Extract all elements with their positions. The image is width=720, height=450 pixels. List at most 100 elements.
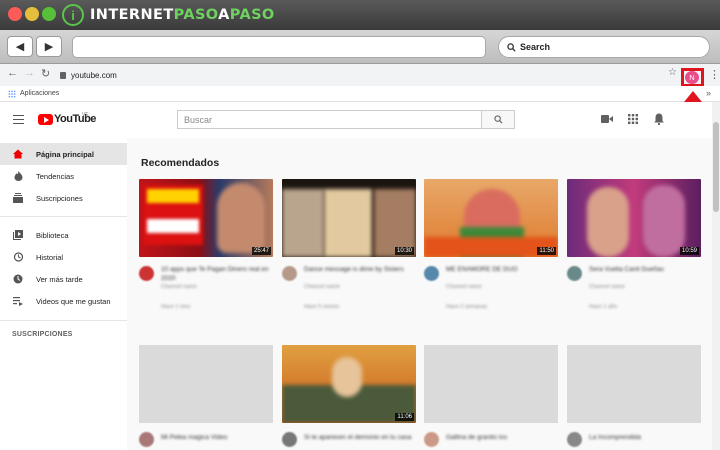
star-icon[interactable]: ☆	[668, 67, 677, 78]
back-arrow-icon[interactable]: ←	[7, 67, 18, 79]
sidebar-divider	[0, 216, 127, 217]
lock-icon	[60, 71, 66, 79]
subscriptions-heading: SUSCRIPCIONES	[12, 331, 73, 338]
video-title[interactable]: 10 apps que Te Pagan Dinero real en 2020	[161, 265, 271, 283]
video-thumbnail[interactable]: 11:06	[282, 345, 416, 423]
sidebar-item-liked-videos[interactable]: Videos que me gustan	[0, 290, 127, 312]
maximize-window-button[interactable]	[42, 7, 56, 21]
sidebar-item-library[interactable]: Biblioteca	[0, 224, 127, 246]
video-title[interactable]: ME ENAMORE DE DUO	[446, 265, 556, 274]
apps-grid-icon[interactable]	[628, 114, 638, 124]
channel-name[interactable]: Channel name	[589, 283, 699, 291]
sidebar-item-watch-later[interactable]: Ver más tarde	[0, 268, 127, 290]
video-thumbnail[interactable]: 25:47	[139, 179, 273, 257]
channel-avatar[interactable]	[139, 432, 154, 447]
profile-avatar[interactable]: N	[685, 71, 699, 84]
search-icon	[493, 115, 503, 124]
history-icon	[13, 252, 23, 262]
apps-bookmark[interactable]: Aplicaciones	[20, 90, 59, 97]
search-field[interactable]: Search	[498, 36, 710, 58]
video-title[interactable]: Mi Pelea magica Video	[161, 433, 271, 442]
youtube-wordmark[interactable]: YouTube	[54, 113, 96, 125]
bookmarks-bar: Aplicaciones »	[0, 86, 720, 102]
sidebar-divider	[0, 320, 127, 321]
channel-avatar[interactable]	[282, 432, 297, 447]
mac-toolbar: ◀ ▶ Search	[0, 30, 720, 64]
search-label: Search	[520, 42, 551, 52]
flame-icon	[13, 171, 23, 181]
page-scrollbar[interactable]	[712, 102, 720, 450]
video-duration: 10:30	[394, 247, 414, 255]
subscriptions-icon	[13, 193, 23, 203]
reload-icon[interactable]: ↻	[41, 67, 50, 80]
video-title[interactable]: La Incomprendida	[589, 433, 699, 442]
back-button[interactable]: ◀	[7, 36, 33, 57]
video-thumbnail[interactable]: 10:30	[282, 179, 416, 257]
youtube-search-input[interactable]: Buscar	[177, 110, 482, 129]
channel-name[interactable]: Channel name	[446, 283, 556, 291]
library-icon	[13, 230, 23, 240]
sidebar-item-label: Videos que me gustan	[36, 296, 111, 306]
video-thumbnail-placeholder[interactable]	[424, 345, 558, 423]
video-title[interactable]: Gallina de granito los	[446, 433, 556, 442]
video-meta: Hace 1 año	[589, 304, 618, 310]
liked-icon	[13, 296, 23, 306]
sidebar-item-history[interactable]: Historial	[0, 246, 127, 268]
sidebar-item-label: Tendencias	[36, 171, 74, 181]
clock-icon	[13, 274, 23, 284]
channel-avatar[interactable]	[567, 432, 582, 447]
sidebar-item-label: Historial	[36, 252, 64, 262]
sidebar-item-label: Ver más tarde	[36, 274, 83, 284]
video-title[interactable]: Sera Vuelta Canti Dueñas	[589, 265, 699, 274]
brand-logo-icon: i	[62, 4, 84, 26]
country-code: VE	[82, 112, 89, 118]
video-duration: 10:59	[679, 247, 699, 255]
sidebar-item-label: Página principal	[36, 149, 94, 159]
video-thumbnail[interactable]: 10:59	[567, 179, 701, 257]
video-meta: Hace 1 mes	[161, 304, 191, 310]
mac-titlebar: i INTERNETPASOAPASO	[0, 0, 720, 30]
video-thumbnail[interactable]: 11:50	[424, 179, 558, 257]
bookmarks-overflow-icon[interactable]: »	[706, 88, 711, 98]
url-field[interactable]	[72, 36, 486, 58]
notifications-bell-icon[interactable]	[654, 113, 664, 125]
video-title[interactable]: Dance message is dime by Sisters	[304, 265, 414, 274]
channel-name[interactable]: Channel name	[304, 283, 414, 291]
channel-avatar[interactable]	[424, 432, 439, 447]
minimize-window-button[interactable]	[25, 7, 39, 21]
channel-avatar[interactable]	[424, 266, 439, 281]
channel-name[interactable]: Channel name	[161, 283, 271, 291]
brand-name: INTERNETPASOAPASO	[90, 7, 275, 23]
video-meta: Hace 5 meses	[304, 304, 340, 310]
omnibox[interactable]: youtube.com	[60, 67, 662, 83]
chrome-toolbar: ← → ↻ youtube.com ☆	[0, 64, 720, 86]
home-icon	[13, 149, 23, 159]
youtube-header: YouTube VE Buscar	[0, 102, 720, 138]
apps-icon[interactable]	[8, 90, 16, 98]
menu-icon[interactable]	[13, 115, 24, 124]
scrollbar-thumb[interactable]	[713, 122, 719, 212]
video-meta: Hace 2 semanas	[446, 304, 488, 310]
search-icon	[507, 42, 516, 52]
video-duration: 11:50	[537, 247, 556, 255]
forward-arrow-icon[interactable]: →	[24, 67, 35, 79]
channel-avatar[interactable]	[282, 266, 297, 281]
youtube-sidebar: Página principal Tendencias Suscripcione…	[0, 138, 127, 450]
section-title: Recomendados	[141, 157, 220, 169]
sidebar-item-home[interactable]: Página principal	[0, 143, 127, 165]
close-window-button[interactable]	[8, 7, 22, 21]
sidebar-item-label: Suscripciones	[36, 193, 83, 203]
video-thumbnail-placeholder[interactable]	[567, 345, 701, 423]
video-title[interactable]: Si te aparecen el demonio en tu casa	[304, 433, 414, 442]
chrome-menu-icon[interactable]: ⋮	[709, 68, 720, 81]
forward-button[interactable]: ▶	[36, 36, 62, 57]
channel-avatar[interactable]	[567, 266, 582, 281]
sidebar-item-subscriptions[interactable]: Suscripciones	[0, 187, 127, 209]
channel-avatar[interactable]	[139, 266, 154, 281]
youtube-search-button[interactable]	[481, 110, 515, 129]
video-thumbnail-placeholder[interactable]	[139, 345, 273, 423]
sidebar-item-trending[interactable]: Tendencias	[0, 165, 127, 187]
omnibox-url: youtube.com	[71, 70, 117, 80]
sidebar-item-label: Biblioteca	[36, 230, 69, 240]
create-video-icon[interactable]	[601, 114, 613, 124]
